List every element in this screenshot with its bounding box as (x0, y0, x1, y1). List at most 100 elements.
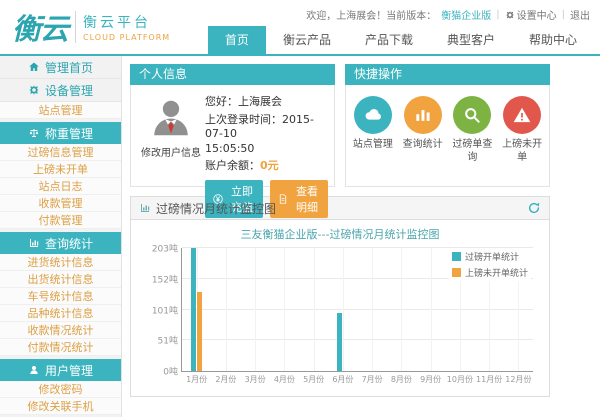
brand-subtitle: CLOUD PLATFORM (83, 33, 170, 42)
gear-icon (28, 84, 40, 96)
quick-action-label: 过磅单查询 (449, 139, 495, 164)
sidebar-item-4-4[interactable]: 品种统计信息 (0, 305, 121, 322)
sidebar-section-3[interactable]: 称重管理 (0, 122, 121, 144)
divider: | (496, 9, 499, 20)
quick-action-circle (404, 96, 442, 134)
sidebar-item-4-6[interactable]: 付款情况统计 (0, 339, 121, 356)
last-login-label: 上次登录时间： (205, 113, 282, 126)
greeting-label: 您好： (205, 95, 238, 108)
page: 衡云 衡云平台 CLOUD PLATFORM 欢迎，上海展会！当前版本： 衡猫企… (0, 0, 600, 417)
sidebar-item-5-2[interactable]: 修改关联手机 (0, 398, 121, 415)
refresh-icon[interactable] (527, 201, 541, 215)
sidebar-item-3-1[interactable]: 过磅信息管理 (0, 144, 121, 161)
nav-tab-2[interactable]: 衡云产品 (266, 26, 348, 54)
bar-group-2: 2月份 (211, 248, 240, 371)
greeting-value: 上海展会 (238, 95, 282, 108)
search-icon (462, 105, 482, 125)
quick-actions-panel: 快捷操作 站点管理查询统计过磅单查询上磅未开单 (345, 64, 550, 187)
gear-icon (505, 10, 515, 20)
sidebar-item-3-5[interactable]: 付款管理 (0, 212, 121, 229)
x-axis-tick-label: 12月份 (498, 374, 539, 385)
quick-action-4[interactable]: 上磅未开单 (499, 96, 545, 164)
chart-plot-area: 1月份2月份3月份4月份5月份6月份7月份8月份9月份10月份11月份12月份 … (181, 248, 533, 372)
avatar-column: 修改用户信息 (137, 92, 205, 181)
nav-tab-4[interactable]: 典型客户 (430, 26, 512, 54)
home-icon (28, 61, 40, 73)
quick-action-circle (354, 96, 392, 134)
quick-action-label: 上磅未开单 (499, 139, 545, 164)
user-icon (28, 364, 40, 376)
warning-icon (512, 105, 532, 125)
y-axis-tick-label: 152吨 (152, 272, 178, 285)
bar-series-2-month-1 (197, 292, 202, 371)
nav-tab-3[interactable]: 产品下载 (348, 26, 430, 54)
sidebar-item-3-3[interactable]: 站点日志 (0, 178, 121, 195)
quick-actions-body: 站点管理查询统计过磅单查询上磅未开单 (345, 85, 550, 187)
edit-user-info-link[interactable]: 修改用户信息 (141, 144, 201, 159)
nav-tab-1[interactable]: 首页 (208, 26, 266, 54)
legend-swatch (452, 268, 461, 277)
y-axis-tick-label: 51吨 (158, 334, 178, 347)
sidebar-item-4-1[interactable]: 进货统计信息 (0, 254, 121, 271)
profile-info: 您好：上海展会 上次登录时间：2015-07-10 15:05:50 账户余额：… (205, 92, 328, 181)
quick-action-1[interactable]: 站点管理 (350, 96, 396, 152)
chart-title: 三友衡猫企业版---过磅情况月统计监控图 (137, 226, 543, 242)
sidebar-section-4[interactable]: 查询统计 (0, 232, 121, 254)
quick-action-label: 查询统计 (403, 139, 443, 152)
nav-tab-5[interactable]: 帮助中心 (512, 26, 594, 54)
greeting-line: 您好：上海展会 (205, 93, 328, 109)
document-icon (277, 193, 289, 205)
bar-group-5: 5月份 (299, 248, 328, 371)
sidebar-item-2-1[interactable]: 站点管理 (0, 102, 121, 119)
sidebar-item-3-2[interactable]: 上磅未开单 (0, 161, 121, 178)
quick-action-2[interactable]: 查询统计 (400, 96, 446, 152)
legend-label: 过磅开单统计 (465, 250, 519, 263)
sidebar-section-5[interactable]: 用户管理 (0, 359, 121, 381)
sidebar-section-1[interactable]: 管理首页 (0, 56, 121, 79)
last-login-line: 上次登录时间：2015-07-10 (205, 111, 328, 140)
bar-series-1-month-6 (337, 313, 342, 371)
main-nav: 首页衡云产品产品下载典型客户帮助中心 (208, 26, 594, 54)
legend-label: 上磅未开单统计 (465, 266, 528, 279)
quick-action-circle (503, 96, 541, 134)
quick-action-3[interactable]: 过磅单查询 (449, 96, 495, 164)
quick-actions-title: 快捷操作 (354, 67, 402, 81)
legend-item-1[interactable]: 过磅开单统计 (452, 250, 528, 263)
logout-link[interactable]: 退出 (570, 7, 590, 22)
quick-action-label: 站点管理 (353, 139, 393, 152)
view-details-button[interactable]: 查看明细 (270, 180, 328, 218)
welcome-text: 欢迎，上海展会！当前版本： (306, 7, 436, 22)
version-link[interactable]: 衡猫企业版 (441, 7, 491, 22)
sidebar-section-label: 设备管理 (45, 82, 93, 99)
sidebar-item-3-4[interactable]: 收款管理 (0, 195, 121, 212)
profile-panel-title: 个人信息 (139, 67, 187, 81)
chart-panel: 过磅情况月统计监控图 三友衡猫企业版---过磅情况月统计监控图 1月份2月份3月… (130, 196, 550, 397)
chart-body: 三友衡猫企业版---过磅情况月统计监控图 1月份2月份3月份4月份5月份6月份7… (131, 220, 549, 396)
bar-group-8: 8月份 (387, 248, 416, 371)
body-row: 管理首页设备管理站点管理称重管理过磅信息管理上磅未开单站点日志收款管理付款管理查… (0, 56, 600, 417)
sidebar-section-2[interactable]: 设备管理 (0, 79, 121, 102)
chart-header-icon (139, 202, 151, 214)
main-content: 个人信息 修改用户信息 您好：上海展会 上次登录时间：2015-07-10 15… (122, 56, 600, 417)
profile-panel-body: 修改用户信息 您好：上海展会 上次登录时间：2015-07-10 15:05:5… (130, 85, 335, 187)
scale-icon (28, 127, 40, 139)
bar-group-1: 1月份 (182, 248, 211, 371)
brand-title: 衡云平台 (83, 12, 170, 32)
logo-mark: 衡云 (12, 6, 68, 48)
bar-group-7: 7月份 (358, 248, 387, 371)
sidebar-item-4-5[interactable]: 收款情况统计 (0, 322, 121, 339)
brand-logo[interactable]: 衡云 衡云平台 CLOUD PLATFORM (12, 0, 170, 54)
bar-group-4: 4月份 (270, 248, 299, 371)
sidebar-item-4-3[interactable]: 车号统计信息 (0, 288, 121, 305)
bar-group-6: 6月份 (328, 248, 357, 371)
welcome-row: 欢迎，上海展会！当前版本： 衡猫企业版 | 设置中心 | 退出 (306, 7, 594, 22)
last-login-time: 15:05:50 (205, 142, 328, 155)
settings-link[interactable]: 设置中心 (505, 7, 557, 22)
cloud-icon (363, 105, 383, 125)
top-panels: 个人信息 修改用户信息 您好：上海展会 上次登录时间：2015-07-10 15… (130, 64, 550, 187)
header-right: 欢迎，上海展会！当前版本： 衡猫企业版 | 设置中心 | 退出 首页衡云产品产品… (208, 0, 594, 54)
sidebar-item-4-2[interactable]: 出货统计信息 (0, 271, 121, 288)
logo-divider (75, 11, 76, 43)
sidebar-item-5-1[interactable]: 修改密码 (0, 381, 121, 398)
legend-item-2[interactable]: 上磅未开单统计 (452, 266, 528, 279)
